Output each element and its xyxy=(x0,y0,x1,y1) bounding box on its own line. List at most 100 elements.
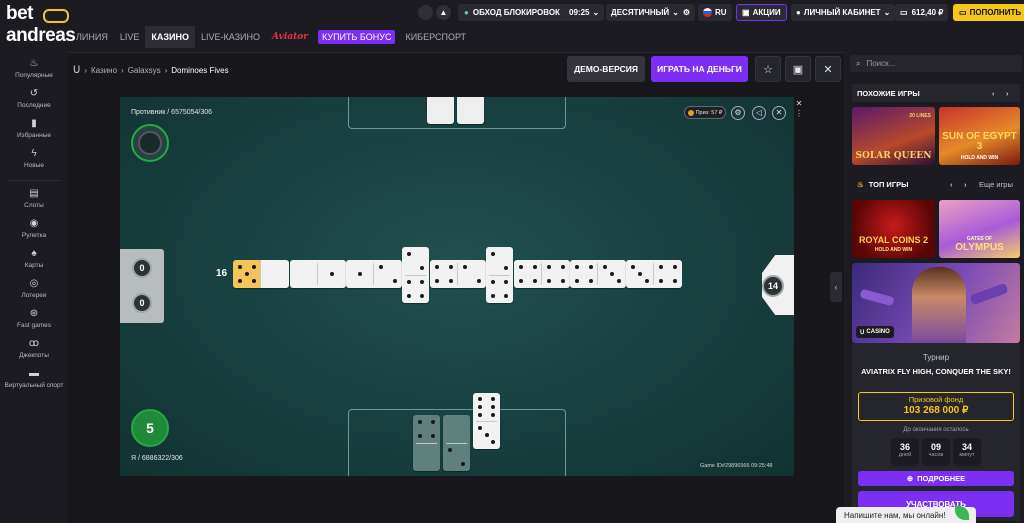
domino-pip xyxy=(252,265,256,269)
more-games-link[interactable]: Еще игры xyxy=(979,180,1013,189)
flag-icon xyxy=(703,8,712,17)
content-separator xyxy=(68,52,844,53)
plane-icon xyxy=(969,282,1009,306)
domino-tile xyxy=(290,260,346,288)
android-app-link[interactable]: ▲ xyxy=(436,4,451,21)
chevron-right-icon[interactable]: › xyxy=(964,180,967,189)
coin-icon xyxy=(687,109,694,116)
chevron-down-icon: ⌄ xyxy=(883,8,891,17)
game-side-controls[interactable]: ✕ ⋮ xyxy=(795,99,803,119)
sidebar-item-new[interactable]: ϟ Новые xyxy=(0,148,68,169)
panel-collapse-handle[interactable]: ‹ xyxy=(830,272,842,302)
deposit-button[interactable]: ▭ ПОПОЛНИТЬ xyxy=(953,4,1024,21)
domino-pip xyxy=(575,265,579,269)
domino-pip xyxy=(561,279,565,283)
play-money-button[interactable]: ИГРАТЬ НА ДЕНЬГИ xyxy=(651,56,748,82)
logo-pill-icon xyxy=(43,9,69,23)
sidebar-item-favorites[interactable]: ▮ Избранные xyxy=(0,118,68,139)
domino-pip xyxy=(406,280,411,284)
user-silhouette-icon xyxy=(138,131,162,155)
nav-casino[interactable]: КАЗИНО xyxy=(145,26,195,48)
nav-buy-bonus[interactable]: КУПИТЬ БОНУС xyxy=(318,30,396,44)
sidebar-item-roulette[interactable]: ◉ Рулетка xyxy=(0,218,68,239)
similar-games-header: ПОХОЖИЕ ИГРЫ ‹ › xyxy=(852,84,1020,102)
odds-format-select[interactable]: ДЕСЯТИЧНЫЙ ⌄ ⚙ xyxy=(606,4,696,21)
chevron-down-icon: ⌄ xyxy=(592,8,600,17)
breadcrumb-casino[interactable]: Казино xyxy=(91,66,117,75)
score-chip: 0 xyxy=(132,293,152,313)
horseshoe-icon[interactable]: Ս xyxy=(73,65,80,76)
search-icon: ⌕ xyxy=(856,58,861,68)
search-input[interactable]: ⌕ Поиск... xyxy=(850,55,1022,72)
game-settings-button[interactable]: ⚙ xyxy=(731,106,745,120)
chevron-left-icon[interactable]: ‹ xyxy=(992,89,995,98)
player-score-badge: 5 xyxy=(131,409,169,447)
lightning-icon: ϟ xyxy=(31,148,37,159)
fire-icon: ♨ xyxy=(29,58,39,69)
chevron-left-icon[interactable]: ‹ xyxy=(950,180,953,189)
nav-live-casino[interactable]: LIVE-КАЗИНО xyxy=(195,26,266,48)
domino-pip xyxy=(245,272,249,276)
gear-icon[interactable]: ⚙ xyxy=(683,8,690,17)
game-thumb-sun-of-egypt[interactable]: SUN OF EGYPT 3 HOLD AND WIN xyxy=(939,107,1020,165)
domino-tile xyxy=(486,247,513,303)
language-select[interactable]: RU xyxy=(698,4,732,21)
slot-machine-icon: ▤ xyxy=(29,188,39,199)
brand-logo[interactable]: bet andreas xyxy=(4,2,76,50)
board-score: 16 xyxy=(216,268,228,279)
screen-mode-button[interactable]: ▣ xyxy=(785,56,811,82)
sidebar: ♨ Популярные ↺ Последние ▮ Избранные ϟ Новые… xyxy=(0,52,68,523)
close-game-button[interactable]: ✕ xyxy=(815,56,841,82)
domino-tile xyxy=(233,260,289,288)
time-select[interactable]: 09:25 ⌄ xyxy=(564,4,605,21)
domino-tile xyxy=(570,260,626,288)
domino-pip xyxy=(589,279,593,283)
nav-aviator[interactable]: Aviator xyxy=(266,26,314,48)
domino-pip xyxy=(406,252,411,256)
favorite-star-button[interactable]: ☆ xyxy=(755,56,781,82)
domino-pip xyxy=(603,265,607,269)
apple-app-link[interactable] xyxy=(418,4,433,21)
game-thumb-royal-coins[interactable]: ROYAL COINS 2 HOLD AND WIN xyxy=(852,200,935,258)
game-sound-button[interactable]: ◁ xyxy=(752,106,766,120)
sidebar-item-popular[interactable]: ♨ Популярные xyxy=(0,58,68,79)
opponent-avatar xyxy=(131,124,169,162)
bypass-button[interactable]: ● ОБХОД БЛОКИРОВОК xyxy=(458,4,566,21)
promos-button[interactable]: ▣ АКЦИИ xyxy=(736,4,787,21)
sidebar-item-cards[interactable]: ♠ Карты xyxy=(0,248,68,269)
chevron-right-icon[interactable]: › xyxy=(1006,89,1009,98)
sidebar-item-virtual-sport[interactable]: ▬ Виртуальный спорт xyxy=(0,368,68,389)
plus-circle-icon: ⊕ xyxy=(906,474,914,483)
domino-pip xyxy=(561,265,565,269)
domino-pip xyxy=(519,265,523,269)
screen-icon: ▣ xyxy=(792,63,804,76)
demo-button[interactable]: ДЕМО-ВЕРСИЯ xyxy=(567,56,645,82)
details-button[interactable]: ⊕ ПОДРОБНЕЕ xyxy=(858,471,1014,486)
main-nav: ЛИНИЯ LIVE КАЗИНО LIVE-КАЗИНО Aviator КУ… xyxy=(70,26,472,48)
plane-icon xyxy=(859,288,895,307)
game-id-footer: Game ID#29896566 09:25:48 xyxy=(700,463,773,469)
game-canvas[interactable]: Противник / 6575054/306 Приз: 57 ₽ ⚙ ◁ ✕… xyxy=(120,97,794,476)
cherry-icon: ꝏ xyxy=(28,338,40,349)
tournament-banner[interactable]: Ս CASINO xyxy=(852,263,1020,343)
breadcrumb-provider[interactable]: Galaxsys xyxy=(128,66,161,75)
balance-display[interactable]: ▭ 612,40 ₽ xyxy=(895,4,949,21)
sidebar-item-slots[interactable]: ▤ Слоты xyxy=(0,188,68,209)
sidebar-item-jackpots[interactable]: ꝏ Джекпоты xyxy=(0,338,68,359)
nav-esports[interactable]: КИБЕРСПОРТ xyxy=(399,26,472,48)
domino-pip xyxy=(447,448,452,452)
sidebar-item-recent[interactable]: ↺ Последние xyxy=(0,88,68,109)
game-thumb-solar-queen[interactable]: 20 LINES SOLAR QUEEN xyxy=(852,107,935,165)
cabinet-button[interactable]: ● ЛИЧНЫЙ КАБИНЕТ ⌄ xyxy=(791,4,896,21)
game-thumb-gates-of-olympus[interactable]: GATES OF OLYMPUS xyxy=(939,200,1020,258)
sidebar-item-lottery[interactable]: ◎ Лотереи xyxy=(0,278,68,299)
nav-line[interactable]: ЛИНИЯ xyxy=(70,26,114,48)
sidebar-item-fast-games[interactable]: ⊛ Fast games xyxy=(0,308,68,329)
game-close-button[interactable]: ✕ xyxy=(772,106,786,120)
shield-icon: ● xyxy=(464,8,469,17)
gear-icon: ⚙ xyxy=(734,108,742,117)
domino-pip xyxy=(477,412,482,417)
domino-pip xyxy=(477,397,482,402)
domino-pip xyxy=(449,279,453,283)
nav-live[interactable]: LIVE xyxy=(114,26,146,48)
